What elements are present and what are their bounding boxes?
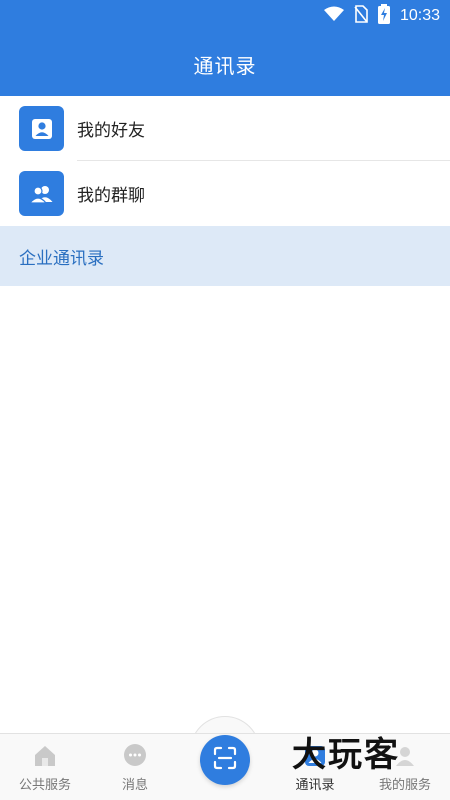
nav-label: 通讯录 <box>295 778 335 793</box>
chat-icon <box>121 742 149 770</box>
no-sim-icon <box>354 5 368 27</box>
contacts-list: 我的好友 我的群聊 <box>0 96 450 226</box>
home-icon <box>31 742 59 770</box>
nav-label: 我的服务 <box>378 778 431 793</box>
app-header: 通讯录 <box>0 32 450 96</box>
scan-button[interactable] <box>200 735 250 785</box>
battery-charging-icon <box>377 4 390 28</box>
list-item-groups[interactable]: 我的群聊 <box>0 161 450 226</box>
list-item-label: 我的好友 <box>77 121 145 141</box>
tab-messages[interactable]: 消息 <box>90 734 180 800</box>
nav-label: 公共服务 <box>18 778 71 793</box>
list-item-friends[interactable]: 我的好友 <box>0 96 450 161</box>
page-title: 通讯录 <box>193 53 257 78</box>
status-time: 10:33 <box>399 7 440 24</box>
section-label: 企业通讯录 <box>19 248 104 269</box>
status-icons: 10:33 <box>323 4 440 28</box>
watermark: 大玩客 <box>292 735 400 775</box>
wifi-icon <box>323 6 344 26</box>
scan-icon <box>212 745 238 775</box>
enterprise-directory-section[interactable]: 企业通讯录 <box>0 226 450 286</box>
list-item-label: 我的群聊 <box>77 186 145 206</box>
person-icon <box>19 106 64 151</box>
group-icon <box>19 171 64 216</box>
tab-public-services[interactable]: 公共服务 <box>0 734 90 800</box>
status-bar: 10:33 <box>0 0 450 32</box>
nav-label: 消息 <box>121 778 148 793</box>
